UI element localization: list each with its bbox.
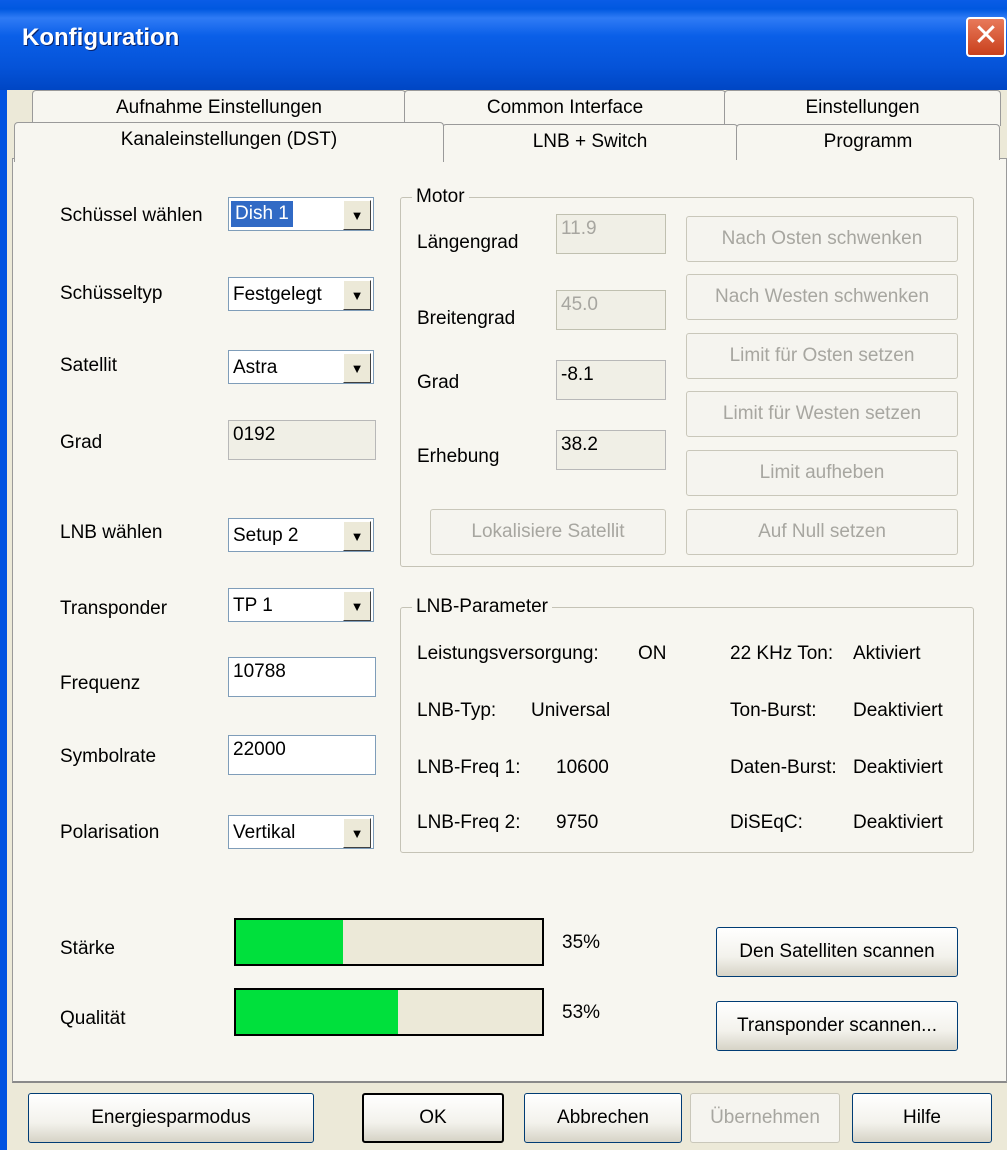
clear-limit-button[interactable]: Limit aufheben (686, 450, 958, 496)
title-bar[interactable]: Konfiguration ✕ (0, 0, 1007, 90)
tone-burst-label: Ton-Burst: (730, 700, 817, 721)
latitude-field: 45.0 (556, 290, 666, 330)
grad-label: Grad (60, 432, 103, 453)
scan-satellite-button[interactable]: Den Satelliten scannen (716, 927, 958, 977)
window-frame (0, 90, 7, 1150)
chevron-down-icon[interactable]: ▼ (343, 353, 371, 383)
strength-label: Stärke (60, 938, 115, 959)
longitude-field: 11.9 (556, 214, 666, 254)
energy-saving-button[interactable]: Energiesparmodus (28, 1093, 314, 1143)
satellite-select[interactable]: Astra ▼ (228, 350, 374, 384)
chevron-down-icon[interactable]: ▼ (343, 521, 371, 551)
cancel-button[interactable]: Abbrechen (524, 1093, 682, 1143)
lnb-freq2-label: LNB-Freq 2: (417, 812, 521, 833)
ok-button[interactable]: OK (362, 1093, 504, 1143)
polarisation-label: Polarisation (60, 822, 160, 843)
tone-22khz-value: Aktiviert (853, 643, 921, 664)
chevron-down-icon[interactable]: ▼ (343, 591, 371, 621)
polarisation-select[interactable]: Vertikal ▼ (228, 815, 374, 849)
tab-aufnahme-einstellungen[interactable]: Aufnahme Einstellungen (32, 90, 406, 126)
chevron-down-icon[interactable]: ▼ (343, 200, 371, 230)
latitude-label: Breitengrad (417, 308, 516, 329)
frequenz-input[interactable]: 10788 (228, 657, 376, 697)
transponder-select[interactable]: TP 1 ▼ (228, 588, 374, 622)
rotate-west-button[interactable]: Nach Westen schwenken (686, 274, 958, 320)
close-icon: ✕ (973, 19, 999, 52)
elevation-field: 38.2 (556, 430, 666, 470)
diseqc-label: DiSEqC: (730, 812, 803, 833)
transponder-label: Transponder (60, 598, 168, 619)
grad-field: 0192 (228, 420, 376, 460)
symbolrate-label: Symbolrate (60, 746, 157, 767)
data-burst-label: Daten-Burst: (730, 757, 837, 778)
lnb-freq2-value: 9750 (556, 812, 599, 833)
lnb-freq1-label: LNB-Freq 1: (417, 757, 521, 778)
rotate-east-button[interactable]: Nach Osten schwenken (686, 216, 958, 262)
chevron-down-icon[interactable]: ▼ (343, 280, 371, 310)
help-button[interactable]: Hilfe (852, 1093, 992, 1143)
tone-burst-value: Deaktiviert (853, 700, 943, 721)
set-west-limit-button[interactable]: Limit für Westen setzen (686, 391, 958, 437)
symbolrate-input[interactable]: 22000 (228, 735, 376, 775)
frequenz-label: Frequenz (60, 673, 141, 694)
power-label: Leistungsversorgung: (417, 643, 599, 664)
tone-22khz-label: 22 KHz Ton: (730, 643, 834, 664)
dish-select[interactable]: Dish 1 ▼ (228, 197, 374, 231)
window-title: Konfiguration (22, 24, 180, 51)
dish-type-select[interactable]: Festgelegt ▼ (228, 277, 374, 311)
strength-bar-fill (236, 920, 344, 964)
longitude-label: Längengrad (417, 232, 519, 253)
dish-type-label: Schüsseltyp (60, 283, 163, 304)
elevation-label: Erhebung (417, 446, 500, 467)
motor-grad-field: -8.1 (556, 360, 666, 400)
quality-bar (234, 988, 544, 1036)
scan-transponder-button[interactable]: Transponder scannen... (716, 1001, 958, 1051)
tab-kanaleinstellungen[interactable]: Kanaleinstellungen (DST) (14, 122, 444, 162)
lnb-type-label: LNB-Typ: (417, 700, 497, 721)
quality-label: Qualität (60, 1008, 126, 1029)
quality-value: 53% (562, 1002, 601, 1023)
lnb-freq1-value: 10600 (556, 757, 609, 778)
dish-label: Schüssel wählen (60, 205, 203, 226)
tab-common-interface[interactable]: Common Interface (404, 90, 726, 126)
apply-button[interactable]: Übernehmen (690, 1093, 840, 1143)
lnb-parameter-legend: LNB-Parameter (412, 596, 552, 618)
lnb-label: LNB wählen (60, 522, 163, 543)
strength-value: 35% (562, 932, 601, 953)
strength-bar (234, 918, 544, 966)
locate-satellite-button[interactable]: Lokalisiere Satellit (430, 509, 666, 555)
tab-lnb-switch[interactable]: LNB + Switch (442, 124, 738, 160)
close-button[interactable]: ✕ (966, 17, 1006, 57)
power-value: ON (638, 643, 667, 664)
tab-einstellungen[interactable]: Einstellungen (724, 90, 1001, 126)
motor-legend: Motor (412, 186, 469, 208)
diseqc-value: Deaktiviert (853, 812, 943, 833)
zero-button[interactable]: Auf Null setzen (686, 509, 958, 555)
lnb-type-value: Universal (531, 700, 611, 721)
tab-programm[interactable]: Programm (736, 124, 1000, 160)
satellite-label: Satellit (60, 355, 118, 376)
lnb-select[interactable]: Setup 2 ▼ (228, 518, 374, 552)
data-burst-value: Deaktiviert (853, 757, 943, 778)
set-east-limit-button[interactable]: Limit für Osten setzen (686, 333, 958, 379)
chevron-down-icon[interactable]: ▼ (343, 818, 371, 848)
motor-grad-label: Grad (417, 372, 460, 393)
quality-bar-fill (236, 990, 399, 1034)
